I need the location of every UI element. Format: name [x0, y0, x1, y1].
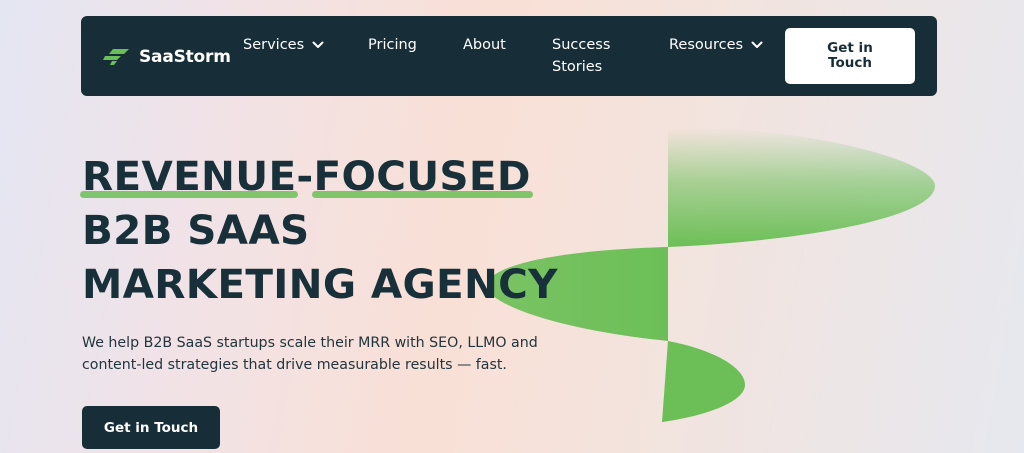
- hero-heading-line2: B2B SAAS: [82, 206, 310, 254]
- nav-cta-label: Get in Touch: [827, 41, 873, 71]
- hero-heading-line3: MARKETING AGENCY: [82, 260, 558, 308]
- brand-name: SaaStorm: [139, 47, 231, 67]
- nav-item-resources[interactable]: Resources: [669, 34, 763, 56]
- nav-item-pricing[interactable]: Pricing: [368, 34, 417, 56]
- nav-item-about-label: About: [463, 37, 506, 53]
- shape-top-lobe: [668, 127, 935, 247]
- nav-cta-line1: Get in: [827, 40, 873, 56]
- nav-item-success-stories[interactable]: Success Stories: [552, 34, 610, 78]
- nav-item-success-label: Success: [552, 37, 611, 53]
- nav-item-about[interactable]: About: [463, 34, 506, 56]
- storm-logo-icon: [103, 49, 129, 65]
- nav-cta-line2: Touch: [828, 55, 872, 71]
- nav-item-stories-label: Stories: [552, 59, 603, 75]
- hero-description-line1: We help B2B SaaS startups scale their MR…: [82, 335, 538, 351]
- top-navbar: SaaStorm Services Pricing About Success …: [81, 16, 937, 96]
- nav-item-pricing-label: Pricing: [368, 37, 417, 53]
- highlighted-word-focused: FOCUSED: [311, 152, 533, 200]
- hero-heading: REVENUE -FOCUSED B2B SAAS MARKETING AGENC…: [80, 149, 558, 311]
- chevron-down-icon: [751, 41, 763, 48]
- nav-item-services-label: Services: [243, 37, 305, 53]
- hero-description: We help B2B SaaS startups scale their MR…: [82, 332, 572, 376]
- nav-item-services[interactable]: Services: [243, 34, 324, 56]
- shape-bottom-lobe: [662, 341, 745, 422]
- get-in-touch-hero-button[interactable]: Get in Touch: [82, 406, 220, 449]
- nav-item-resources-label: Resources: [669, 37, 744, 53]
- heading-dash: -: [296, 152, 314, 200]
- chevron-down-icon: [312, 41, 324, 48]
- hero-heading-line1: REVENUE -FOCUSED: [80, 149, 558, 203]
- get-in-touch-nav-button[interactable]: Get in Touch: [785, 28, 915, 84]
- highlighted-word-revenue: REVENUE: [80, 152, 299, 200]
- hero-description-line2: content-led strategies that drive measur…: [82, 357, 507, 373]
- brand-logo[interactable]: SaaStorm: [103, 47, 231, 67]
